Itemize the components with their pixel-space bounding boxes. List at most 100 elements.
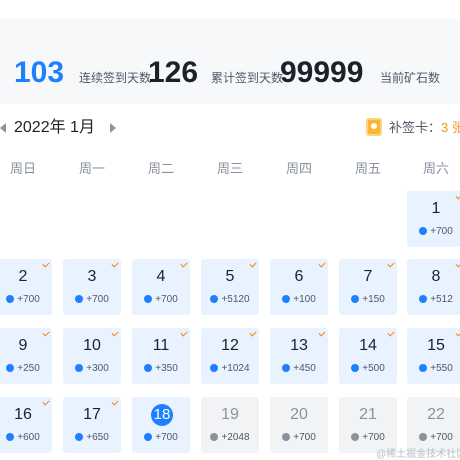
reward-amount: +250 xyxy=(17,363,40,374)
day-number: 20 xyxy=(290,406,308,423)
next-month-arrow-icon[interactable] xyxy=(110,123,116,133)
calendar-day-11[interactable]: 11 +350 xyxy=(132,328,190,384)
reward-amount: +300 xyxy=(86,363,109,374)
weekday-label: 周四 xyxy=(285,161,312,176)
reward-amount: +512 xyxy=(430,294,453,305)
calendar-day-6[interactable]: 6 +100 xyxy=(270,259,328,315)
total-days-label: 累计签到天数 xyxy=(211,71,284,85)
day-reward: +650 xyxy=(63,432,121,444)
day-reward: +700 xyxy=(63,294,121,306)
reward-amount: +600 xyxy=(17,432,40,443)
ore-gem-icon xyxy=(419,227,428,235)
day-reward: +512 xyxy=(407,294,460,306)
reward-amount: +700 xyxy=(430,432,453,443)
day-reward: +150 xyxy=(339,294,397,306)
day-number: 4 xyxy=(156,268,166,285)
day-number: 11 xyxy=(152,337,170,354)
calendar-day-10[interactable]: 10 +300 xyxy=(63,328,121,384)
calendar-day-12[interactable]: 12 +1024 xyxy=(201,328,259,384)
reward-amount: +700 xyxy=(362,432,385,443)
total-days-value: 126 xyxy=(148,56,199,89)
calendar-day-9[interactable]: 9 +250 xyxy=(0,328,52,384)
calendar-day-2[interactable]: 2 +700 xyxy=(0,259,52,315)
continuous-days-label: 连续签到天数 xyxy=(79,71,152,85)
ore-gem-icon xyxy=(75,364,84,372)
calendar-day-14[interactable]: 14 +500 xyxy=(339,328,397,384)
ore-gem-icon xyxy=(6,295,15,303)
day-reward: +700 xyxy=(270,432,328,444)
calendar-day-8[interactable]: 8 +512 xyxy=(407,259,460,315)
reward-amount: +1024 xyxy=(221,363,250,374)
reward-amount: +450 xyxy=(293,363,316,374)
day-number: 17 xyxy=(83,406,101,423)
calendar-day-3[interactable]: 3 +700 xyxy=(63,259,121,315)
ore-gem-icon xyxy=(6,364,15,372)
weekday-label: 周五 xyxy=(354,161,381,176)
ore-gem-icon xyxy=(419,295,428,303)
calendar-day-5[interactable]: 5 +5120 xyxy=(201,259,259,315)
makeup-card-count: 3 张 xyxy=(441,120,460,135)
day-reward: +700 xyxy=(407,432,460,444)
prev-month-arrow-icon[interactable] xyxy=(0,123,6,133)
day-reward: +100 xyxy=(270,294,328,306)
ore-gem-icon xyxy=(282,295,291,303)
ore-gem-icon xyxy=(210,364,219,372)
day-reward: +700 xyxy=(132,432,190,444)
calendar-day-1[interactable]: 1 +700 xyxy=(407,191,460,247)
continuous-days-value: 103 xyxy=(14,56,65,89)
day-reward: +700 xyxy=(132,294,190,306)
calendar-day-18[interactable]: 18 +700 xyxy=(132,397,190,453)
calendar-day-20[interactable]: 20 +700 xyxy=(270,397,328,453)
reward-amount: +550 xyxy=(430,363,453,374)
today-badge: 18 xyxy=(151,404,173,426)
calendar-day-16[interactable]: 16 +600 xyxy=(0,397,52,453)
day-reward: +350 xyxy=(132,363,190,375)
ore-gem-icon xyxy=(419,433,428,441)
day-reward: +500 xyxy=(339,363,397,375)
ore-gem-icon xyxy=(419,364,428,372)
reward-amount: +350 xyxy=(155,363,178,374)
ore-gem-icon xyxy=(282,433,291,441)
day-number: 19 xyxy=(221,406,239,423)
calendar-day-19[interactable]: 19 +2048 xyxy=(201,397,259,453)
day-number: 8 xyxy=(431,268,441,285)
day-number: 22 xyxy=(427,406,445,423)
reward-amount: +5120 xyxy=(221,294,250,305)
day-number: 5 xyxy=(225,268,235,285)
day-reward: +2048 xyxy=(201,432,259,444)
reward-amount: +150 xyxy=(362,294,385,305)
stats-panel: 103 连续签到天数 126 累计签到天数 99999 当前矿石数 xyxy=(0,18,460,104)
ore-label: 当前矿石数 xyxy=(380,71,441,85)
reward-amount: +700 xyxy=(17,294,40,305)
makeup-card-info[interactable]: 补签卡：3 张 xyxy=(389,120,460,136)
calendar-day-7[interactable]: 7 +150 xyxy=(339,259,397,315)
ore-gem-icon xyxy=(75,433,84,441)
day-number: 6 xyxy=(294,268,304,285)
day-reward: +1024 xyxy=(201,363,259,375)
reward-amount: +2048 xyxy=(221,432,250,443)
current-month: 2022年 1月 xyxy=(14,119,95,136)
ore-gem-icon xyxy=(144,433,153,441)
reward-amount: +700 xyxy=(430,226,453,237)
day-number: 1 xyxy=(431,200,441,217)
calendar-day-15[interactable]: 15 +550 xyxy=(407,328,460,384)
calendar-day-17[interactable]: 17 +650 xyxy=(63,397,121,453)
calendar-day-4[interactable]: 4 +700 xyxy=(132,259,190,315)
weekday-label: 周一 xyxy=(78,161,105,176)
ore-gem-icon xyxy=(351,364,360,372)
weekday-label: 周二 xyxy=(147,161,174,176)
month-navigation: 2022年 1月 补签卡：3 张 xyxy=(0,118,460,140)
ore-gem-icon xyxy=(6,433,15,441)
day-number: 10 xyxy=(83,337,101,354)
day-number: 3 xyxy=(87,268,97,285)
ore-gem-icon xyxy=(210,433,219,441)
day-number: 14 xyxy=(359,337,377,354)
calendar-day-13[interactable]: 13 +450 xyxy=(270,328,328,384)
day-reward: +600 xyxy=(0,432,52,444)
day-reward: +450 xyxy=(270,363,328,375)
ore-gem-icon xyxy=(144,364,153,372)
weekday-label: 周日 xyxy=(9,161,36,176)
ore-gem-icon xyxy=(75,295,84,303)
day-number: 2 xyxy=(18,268,28,285)
ore-gem-icon xyxy=(282,364,291,372)
